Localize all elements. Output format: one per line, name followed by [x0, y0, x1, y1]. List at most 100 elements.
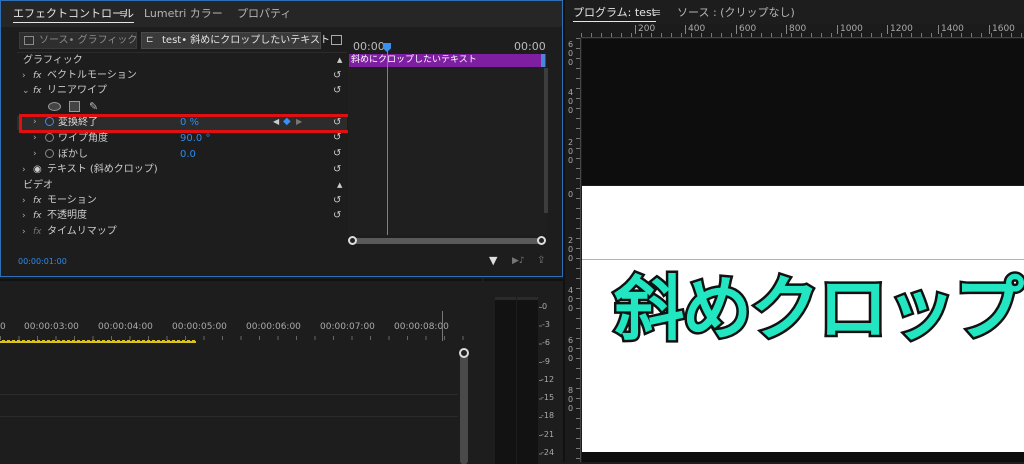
meter-scale-label: 0: [542, 302, 548, 311]
meter-scale-label: -12: [541, 375, 555, 384]
fx-icon[interactable]: fx: [33, 212, 42, 221]
mini-timeline-area: [348, 68, 547, 235]
collapse-triangle-icon[interactable]: ▲: [337, 182, 342, 189]
expand-chevron-icon[interactable]: ›: [22, 228, 26, 237]
reset-icon[interactable]: ↺: [333, 71, 341, 81]
timeline-tick-label: 00:00:04:00: [98, 322, 153, 332]
meter-scale-label: -21: [541, 430, 555, 439]
ruler-mark: 2 0 0: [568, 138, 574, 165]
source-graphic-chip[interactable]: ソース• グラフィック: [19, 32, 137, 49]
expand-chevron-icon[interactable]: ›: [33, 150, 37, 159]
timeline-vscroll-handle[interactable]: [459, 348, 469, 358]
pen-mask-icon[interactable]: ✎: [89, 101, 98, 112]
tab-lumetri[interactable]: Lumetri カラー: [144, 8, 223, 19]
mini-clip-bar: 斜めにクロップしたいテキスト: [349, 54, 546, 67]
meter-scale-ticks: [539, 307, 542, 464]
ruler-mark: 400: [685, 25, 705, 34]
feather-value[interactable]: 0.0: [180, 150, 196, 160]
tab-properties[interactable]: プロパティ: [237, 8, 291, 19]
clip-chip-label: test• 斜めにクロップしたいテキスト: [162, 35, 330, 46]
panel-layout-icon[interactable]: [331, 35, 342, 45]
tab-menu-icon[interactable]: ≡: [119, 8, 128, 19]
stopwatch-icon[interactable]: [45, 133, 54, 142]
collapse-triangle-icon[interactable]: ▲: [337, 57, 342, 64]
preview-canvas-bottom: [582, 452, 1024, 462]
preview-canvas[interactable]: 斜めクロップ: [582, 186, 1024, 452]
timeline-tick-label: 0: [0, 322, 6, 332]
clip-chip-icon: ⊏: [146, 35, 154, 45]
fx-icon[interactable]: fx: [33, 197, 42, 206]
mini-timecode-end: 00:00: [514, 40, 546, 53]
ruler-vertical: 6 0 0 4 0 0 2 0 0 0 2 0 0 4 0 0 6 0 0 8 …: [565, 38, 581, 462]
expand-chevron-icon[interactable]: ›: [22, 197, 26, 206]
wipe-angle-value[interactable]: 90.0 °: [180, 134, 210, 144]
ruler-mark: 1000: [837, 25, 863, 34]
expand-chevron-icon[interactable]: ›: [22, 72, 26, 81]
mini-hscroll-handle-right[interactable]: [537, 236, 546, 245]
program-monitor-panel: プログラム: test ≡ ソース : (クリップなし) 200 400 600…: [565, 0, 1024, 462]
export-icon[interactable]: ⇪: [537, 256, 545, 266]
timeline-tick-label: 00:00:03:00: [24, 322, 79, 332]
fx-icon[interactable]: fx: [33, 72, 42, 81]
reset-icon[interactable]: ↺: [333, 211, 341, 221]
meter-scale-label: -6: [542, 338, 550, 347]
section-graphic: グラフィック: [23, 55, 83, 66]
play-audio-icon[interactable]: ▶♪: [512, 257, 525, 266]
effect-vector-motion: ベクトルモーション: [47, 70, 137, 81]
fx-icon[interactable]: fx: [33, 87, 42, 96]
track-line: [0, 416, 458, 417]
reset-icon[interactable]: ↺: [333, 133, 341, 143]
rectangle-mask-icon[interactable]: [69, 101, 80, 112]
ellipse-mask-icon[interactable]: [48, 102, 61, 111]
current-timecode[interactable]: 00:00:01:00: [18, 258, 67, 266]
tab-program[interactable]: プログラム: test: [573, 7, 656, 22]
meter-peak-left: [495, 297, 516, 300]
reset-icon[interactable]: ↺: [333, 86, 341, 96]
source-chip-label: ソース• グラフィック: [39, 35, 138, 46]
meter-scale-label: -24: [541, 448, 555, 457]
effect-linear-wipe: リニアワイプ: [47, 85, 107, 96]
filter-icon[interactable]: ▼: [489, 255, 497, 266]
reset-icon[interactable]: ↺: [333, 165, 341, 175]
expand-chevron-icon[interactable]: ›: [22, 212, 26, 221]
mini-vscroll[interactable]: [544, 68, 548, 213]
fx-icon[interactable]: fx: [33, 228, 42, 237]
ruler-horizontal: 200 400 600 800 1000 1200 1400 1600: [581, 24, 1024, 38]
mini-hscroll-handle-left[interactable]: [348, 236, 357, 245]
panel-divider[interactable]: [563, 0, 565, 462]
timeline-tick-label: 00:00:05:00: [172, 322, 227, 332]
meter-scale-label: -9: [542, 357, 550, 366]
expand-chevron-icon[interactable]: ›: [33, 134, 37, 143]
reset-icon[interactable]: ↺: [333, 149, 341, 159]
timeline-tick-label: 00:00:08:00: [394, 322, 449, 332]
meter-scale-label: -18: [541, 411, 555, 420]
reset-icon[interactable]: ↺: [333, 196, 341, 206]
source-chip-icon: [24, 36, 34, 45]
work-area-dash: [0, 340, 196, 341]
collapse-chevron-icon[interactable]: ⌄: [22, 87, 30, 96]
preview-text: 斜めクロップ: [612, 268, 1024, 350]
timeline-tick-label: 00:00:07:00: [320, 322, 375, 332]
eye-icon[interactable]: ◉: [33, 165, 42, 175]
ruler-mark: 4 0 0: [568, 88, 574, 115]
meter-bar-left: [495, 297, 516, 464]
effect-text-layer: テキスト (斜めクロップ): [47, 164, 158, 175]
effect-opacity: 不透明度: [47, 210, 87, 221]
mini-hscroll[interactable]: [350, 238, 545, 244]
ruler-ticks: [576, 38, 580, 462]
tab-effect-controls[interactable]: エフェクトコントロール: [13, 8, 134, 23]
timeline-vscroll-track[interactable]: [460, 353, 468, 464]
tab-menu-icon[interactable]: ≡: [652, 7, 661, 18]
mini-clip-end: [541, 54, 545, 67]
meter-scale-label: -15: [541, 393, 555, 402]
ruler-mark: 4 0 0: [568, 286, 574, 313]
audio-meter-panel: 0 -3 -6 -9 -12 -15 -18 -21 -24: [484, 279, 563, 464]
ruler-mark: 200: [635, 25, 655, 34]
tab-source[interactable]: ソース : (クリップなし): [677, 7, 795, 18]
clip-chip[interactable]: ⊏ test• 斜めにクロップしたいテキスト: [141, 32, 330, 49]
stopwatch-icon[interactable]: [45, 149, 54, 158]
expand-chevron-icon[interactable]: ›: [22, 166, 26, 175]
effect-time-remap: タイムリマップ: [47, 226, 117, 237]
ruler-mark: 0: [568, 190, 574, 199]
meter-bar-right: [517, 297, 538, 464]
